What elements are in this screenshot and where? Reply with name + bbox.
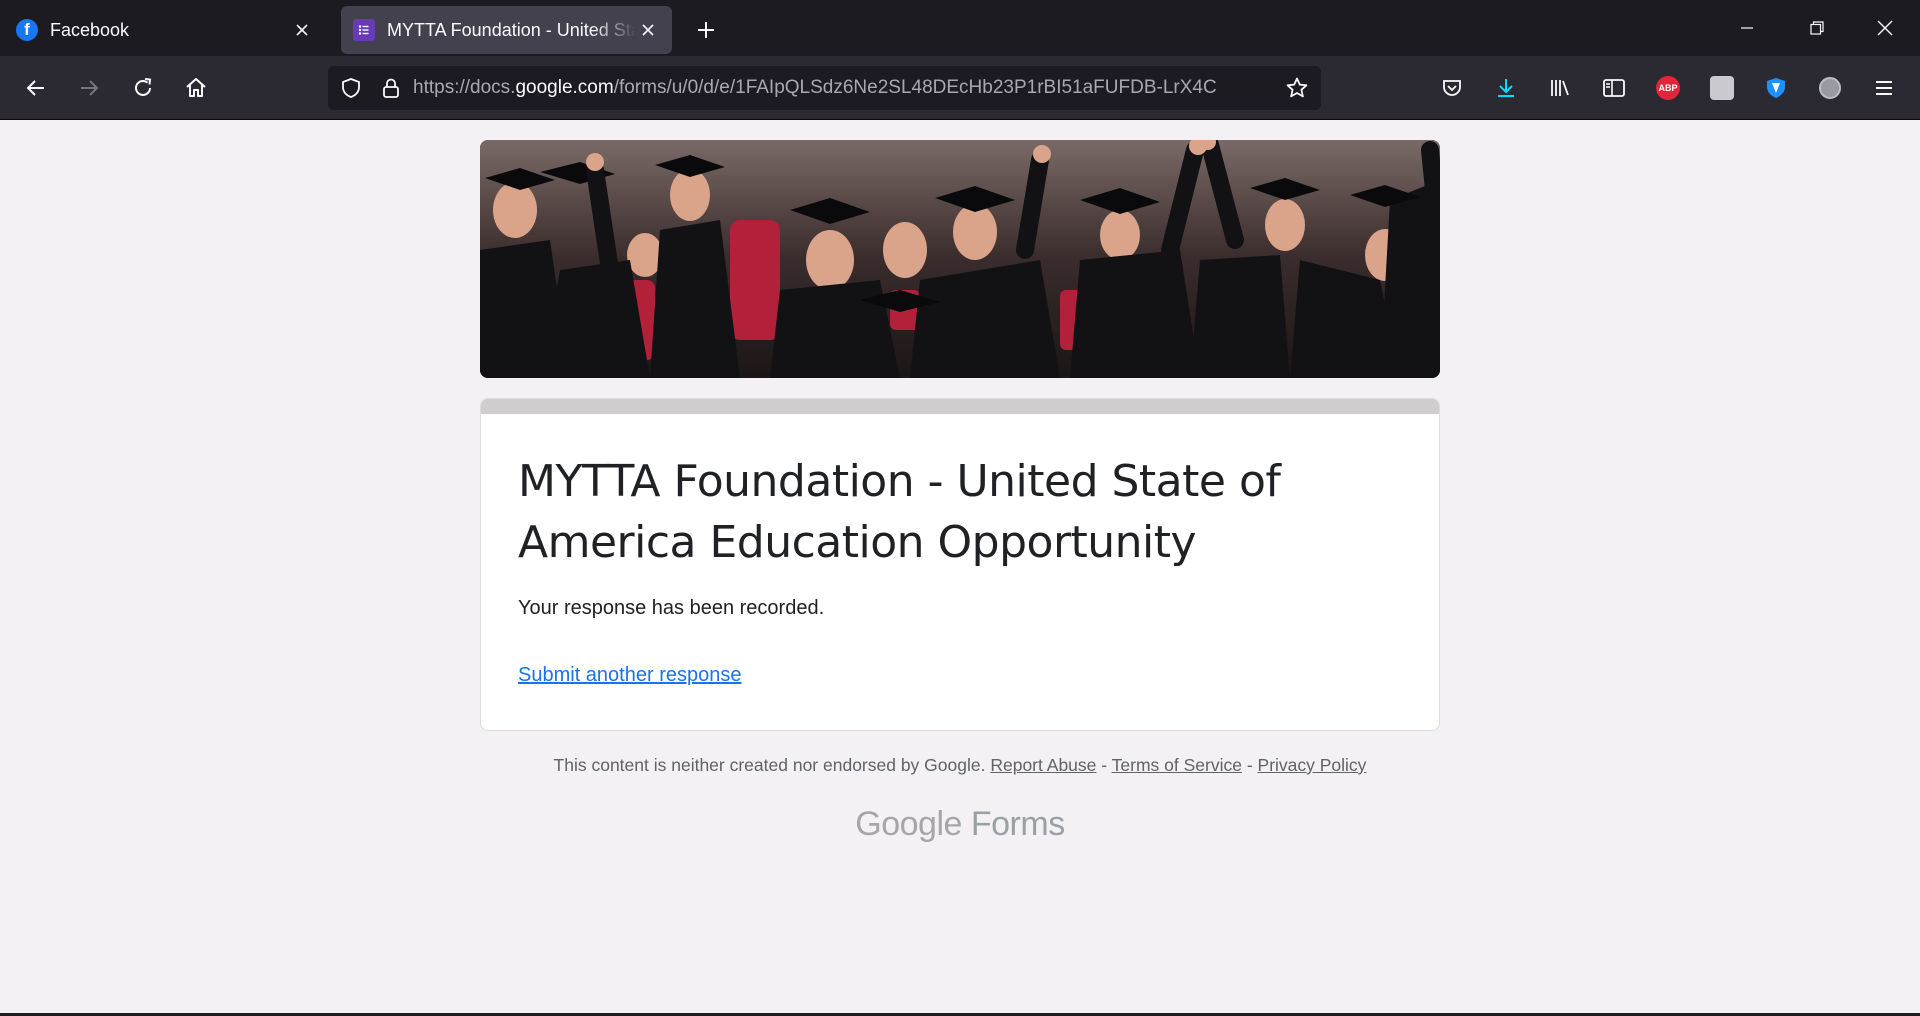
forward-icon[interactable]	[71, 70, 107, 106]
lock-icon[interactable]	[371, 66, 411, 110]
confirmation-message: Your response has been recorded.	[518, 597, 825, 619]
download-icon[interactable]	[1488, 70, 1524, 106]
facebook-icon: f	[16, 19, 38, 41]
reload-icon[interactable]	[125, 70, 161, 106]
menu-icon[interactable]	[1866, 70, 1902, 106]
tab-title: Facebook	[50, 19, 130, 40]
tracking-protection-shield-icon[interactable]	[331, 66, 371, 110]
minimize-icon[interactable]	[1724, 8, 1770, 48]
graduation-crowd-image	[480, 140, 1440, 378]
form-title: MYTTA Foundation - United State of Ameri…	[518, 456, 1281, 568]
home-icon[interactable]	[178, 70, 214, 106]
bookmark-star-icon[interactable]	[1277, 66, 1317, 110]
google-forms-logo[interactable]: Google Forms	[480, 805, 1440, 844]
form-footer: This content is neither created nor endo…	[480, 755, 1440, 776]
separator: -	[1096, 755, 1112, 775]
tab-facebook[interactable]: f Facebook	[4, 6, 326, 54]
extension-icon[interactable]	[1704, 70, 1740, 106]
address-bar[interactable]: https://docs.google.com/forms/u/0/d/e/1F…	[328, 66, 1321, 110]
tab-title: MYTTA Foundation - United States of Amer…	[387, 19, 636, 40]
sidebar-icon[interactable]	[1596, 70, 1632, 106]
close-tab-icon[interactable]	[636, 18, 660, 42]
privacy-policy-link[interactable]: Privacy Policy	[1258, 755, 1367, 775]
terms-of-service-link[interactable]: Terms of Service	[1112, 755, 1242, 775]
globe-icon[interactable]	[1812, 70, 1848, 106]
back-icon[interactable]	[18, 70, 54, 106]
report-abuse-link[interactable]: Report Abuse	[990, 755, 1096, 775]
close-tab-icon[interactable]	[290, 18, 314, 42]
restore-icon[interactable]	[1794, 8, 1840, 48]
url-text[interactable]: https://docs.google.com/forms/u/0/d/e/1F…	[411, 77, 1277, 99]
page-content: MYTTA Foundation - United State of Ameri…	[0, 121, 1920, 1016]
pocket-icon[interactable]	[1434, 70, 1470, 106]
tab-bar: f Facebook MYTTA Foundation - United Sta…	[0, 0, 1920, 56]
form-theme-bar	[481, 399, 1439, 414]
adblock-plus-icon[interactable]: ABP	[1650, 70, 1686, 106]
navigation-toolbar: https://docs.google.com/forms/u/0/d/e/1F…	[0, 56, 1920, 120]
disclaimer-text: This content is neither created nor endo…	[553, 755, 986, 775]
separator: -	[1241, 755, 1258, 775]
library-icon[interactable]	[1542, 70, 1578, 106]
submit-another-response-link[interactable]: Submit another response	[518, 664, 741, 687]
new-tab-icon[interactable]	[690, 14, 722, 46]
close-window-icon[interactable]	[1862, 8, 1908, 48]
shield-vpn-icon[interactable]	[1758, 70, 1794, 106]
form-confirmation-card: MYTTA Foundation - United State of Ameri…	[480, 398, 1440, 731]
google-forms-icon	[353, 19, 375, 41]
tab-google-form[interactable]: MYTTA Foundation - United States of Amer…	[341, 6, 672, 54]
